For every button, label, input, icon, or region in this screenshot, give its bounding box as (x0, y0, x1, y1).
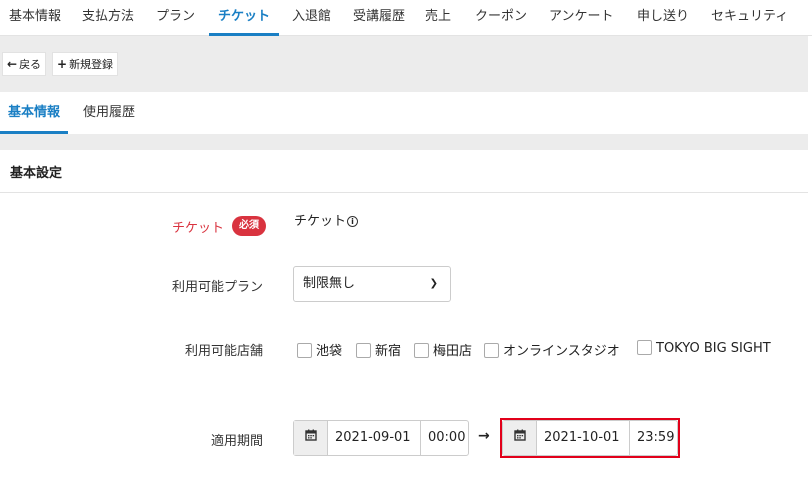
tab-security[interactable]: セキュリティ (711, 0, 788, 36)
new-register-button[interactable]: + 新規登録 (52, 52, 119, 76)
back-button-label: 戻る (19, 58, 42, 71)
store-label: オンラインスタジオ (503, 344, 620, 359)
section-divider (0, 192, 808, 193)
start-time-input[interactable]: 00:00 (420, 421, 468, 455)
store-checkbox-ikebukuro[interactable]: 池袋 (297, 340, 343, 359)
sub-tabs: 基本情報 使用履歴 (0, 92, 808, 134)
store-checkbox-umeda[interactable]: 梅田店 (414, 340, 473, 359)
store-checkbox-tokyo-big-sight[interactable]: TOKYO BIG SIGHT (637, 340, 771, 358)
start-datetime-group: 2021-09-01 00:00 (293, 420, 469, 456)
ticket-label: チケット (172, 221, 225, 236)
plan-label: 利用可能プラン (172, 280, 264, 295)
plan-select-value: 制限無し (303, 276, 356, 291)
chevron-down-icon: ❯ (429, 278, 438, 289)
toolbar: ← 戻る + 新規登録 (0, 36, 808, 92)
plus-icon: + (57, 57, 68, 71)
subtab-basic-info[interactable]: 基本情報 (0, 92, 69, 134)
store-label: 新宿 (375, 344, 402, 359)
subtab-usage-history[interactable]: 使用履歴 (83, 92, 135, 134)
tab-entry-exit[interactable]: 入退館 (292, 0, 331, 36)
store-checkbox-shinjuku[interactable]: 新宿 (356, 340, 402, 359)
store-label: 池袋 (316, 344, 343, 359)
calendar-icon[interactable] (294, 421, 328, 455)
arrow-left-icon: ← (7, 57, 18, 71)
info-icon[interactable]: i (347, 216, 359, 227)
store-label: 梅田店 (433, 344, 473, 359)
checkbox-box[interactable] (356, 343, 371, 358)
top-nav: 基本情報 支払方法 プラン チケット 入退館 受講履歴 売上 クーポン アンケー… (0, 0, 812, 36)
highlight-box (500, 418, 680, 458)
start-date-input[interactable]: 2021-09-01 (328, 421, 420, 455)
checkbox-box[interactable] (297, 343, 312, 358)
stores-label: 利用可能店舗 (185, 344, 264, 359)
back-button[interactable]: ← 戻る (2, 52, 47, 76)
required-badge: 必須 (232, 216, 266, 236)
ticket-value-text: チケット (294, 214, 347, 229)
tab-survey[interactable]: アンケート (549, 0, 613, 36)
tab-ticket[interactable]: チケット (209, 0, 280, 36)
plan-select[interactable]: 制限無し ❯ (293, 266, 451, 302)
checkbox-box[interactable] (484, 343, 499, 358)
tab-plan[interactable]: プラン (156, 0, 195, 36)
arrow-right-icon: → (478, 428, 490, 444)
tab-payment-method[interactable]: 支払方法 (82, 0, 134, 36)
section-title: 基本設定 (10, 166, 63, 181)
period-label: 適用期間 (211, 434, 264, 449)
divider-bar (0, 134, 808, 150)
checkbox-box[interactable] (637, 340, 652, 355)
tab-handover[interactable]: 申し送り (637, 0, 689, 36)
new-register-label: 新規登録 (69, 58, 114, 71)
tab-basic-info[interactable]: 基本情報 (9, 0, 61, 36)
tab-sales[interactable]: 売上 (425, 0, 451, 36)
tab-coupon[interactable]: クーポン (475, 0, 527, 36)
checkbox-box[interactable] (414, 343, 429, 358)
store-label: TOKYO BIG SIGHT (656, 341, 771, 356)
tab-attendance-history[interactable]: 受講履歴 (353, 0, 405, 36)
ticket-value: チケット i (294, 210, 359, 229)
store-checkbox-online-studio[interactable]: オンラインスタジオ (484, 340, 620, 359)
